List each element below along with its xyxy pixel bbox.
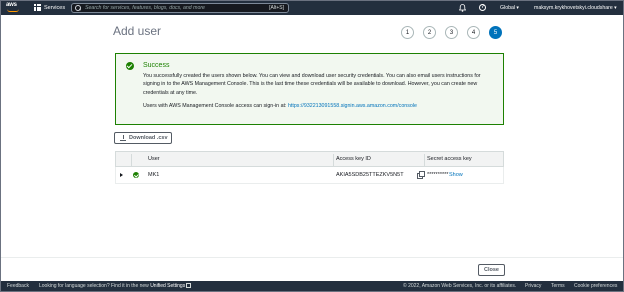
top-nav: aws Services Search for services, featur… bbox=[1, 1, 623, 15]
success-check-icon bbox=[126, 62, 134, 70]
cell-user: MK1 bbox=[148, 172, 160, 178]
download-csv-label: Download .csv bbox=[129, 135, 168, 141]
search-icon bbox=[75, 5, 81, 11]
expand-row-icon[interactable] bbox=[120, 173, 123, 177]
table-header: User Access key ID Secret access key bbox=[115, 151, 504, 167]
unified-settings-link[interactable]: Unified Settings bbox=[150, 283, 185, 289]
download-csv-button[interactable]: Download .csv bbox=[114, 132, 172, 144]
grid-icon bbox=[34, 4, 41, 11]
search-placeholder: Search for services, features, blogs, do… bbox=[85, 5, 205, 11]
copy-icon[interactable] bbox=[417, 171, 425, 179]
account-menu[interactable]: maksym.krykhovetskyi.cloudshare ▾ bbox=[534, 5, 617, 11]
column-header-user[interactable]: User bbox=[148, 156, 160, 162]
search-input[interactable]: Search for services, features, blogs, do… bbox=[71, 3, 289, 13]
users-table: User Access key ID Secret access key MK1… bbox=[115, 151, 504, 184]
help-icon[interactable]: ? bbox=[479, 4, 486, 11]
step-4[interactable]: 4 bbox=[467, 26, 480, 39]
search-shortcut: [Alt+S] bbox=[269, 5, 284, 11]
step-1[interactable]: 1 bbox=[401, 26, 414, 39]
terms-link[interactable]: Terms bbox=[551, 283, 565, 289]
language-prompt: Looking for language selection? Find it … bbox=[39, 283, 192, 289]
services-menu[interactable]: Services bbox=[34, 4, 65, 11]
footer-divider bbox=[1, 257, 623, 258]
table-row: MK1 AKIA5SDB25TTEZKV5N5T ********** Show bbox=[115, 167, 504, 184]
wizard-steps: 1 2 3 4 5 bbox=[401, 26, 502, 39]
console-signin-text: Users with AWS Management Console access… bbox=[143, 103, 417, 109]
language-prompt-text: Looking for language selection? Find it … bbox=[39, 283, 149, 289]
cell-secret-masked: ********** bbox=[427, 172, 449, 178]
services-label: Services bbox=[44, 4, 66, 11]
aws-logo[interactable]: aws bbox=[5, 2, 23, 13]
success-title: Success bbox=[143, 62, 170, 69]
close-button[interactable]: Close bbox=[478, 264, 505, 276]
privacy-link[interactable]: Privacy bbox=[525, 283, 541, 289]
page-title: Add user bbox=[113, 24, 162, 38]
console-signin-link[interactable]: https://932213091558.signin.aws.amazon.c… bbox=[288, 103, 417, 109]
bell-icon[interactable] bbox=[459, 4, 466, 12]
step-2[interactable]: 2 bbox=[423, 26, 436, 39]
console-footer: Feedback Looking for language selection?… bbox=[1, 281, 623, 291]
show-secret-link[interactable]: Show bbox=[449, 172, 463, 178]
feedback-link[interactable]: Feedback bbox=[7, 283, 29, 289]
success-message: You successfully created the users shown… bbox=[143, 73, 481, 96]
step-3[interactable]: 3 bbox=[445, 26, 458, 39]
download-icon bbox=[120, 135, 126, 141]
aws-logo-text: aws bbox=[6, 2, 17, 8]
column-header-secret-key[interactable]: Secret access key bbox=[427, 156, 472, 162]
column-header-access-key[interactable]: Access key ID bbox=[336, 156, 371, 162]
region-selector[interactable]: Global ▾ bbox=[500, 5, 519, 11]
external-link-icon bbox=[186, 283, 192, 288]
browser-frame bbox=[0, 0, 624, 292]
cookie-preferences-link[interactable]: Cookie preferences bbox=[574, 283, 617, 289]
aws-smile-icon bbox=[7, 9, 19, 12]
copyright-text: © 2022, Amazon Web Services, Inc. or its… bbox=[403, 283, 517, 289]
success-alert: Success You successfully created the use… bbox=[115, 53, 504, 125]
cell-access-key-id: AKIA5SDB25TTEZKV5N5T bbox=[336, 172, 404, 178]
row-success-icon bbox=[133, 172, 139, 178]
step-5[interactable]: 5 bbox=[489, 26, 502, 39]
console-signin-label: Users with AWS Management Console access… bbox=[143, 103, 287, 109]
